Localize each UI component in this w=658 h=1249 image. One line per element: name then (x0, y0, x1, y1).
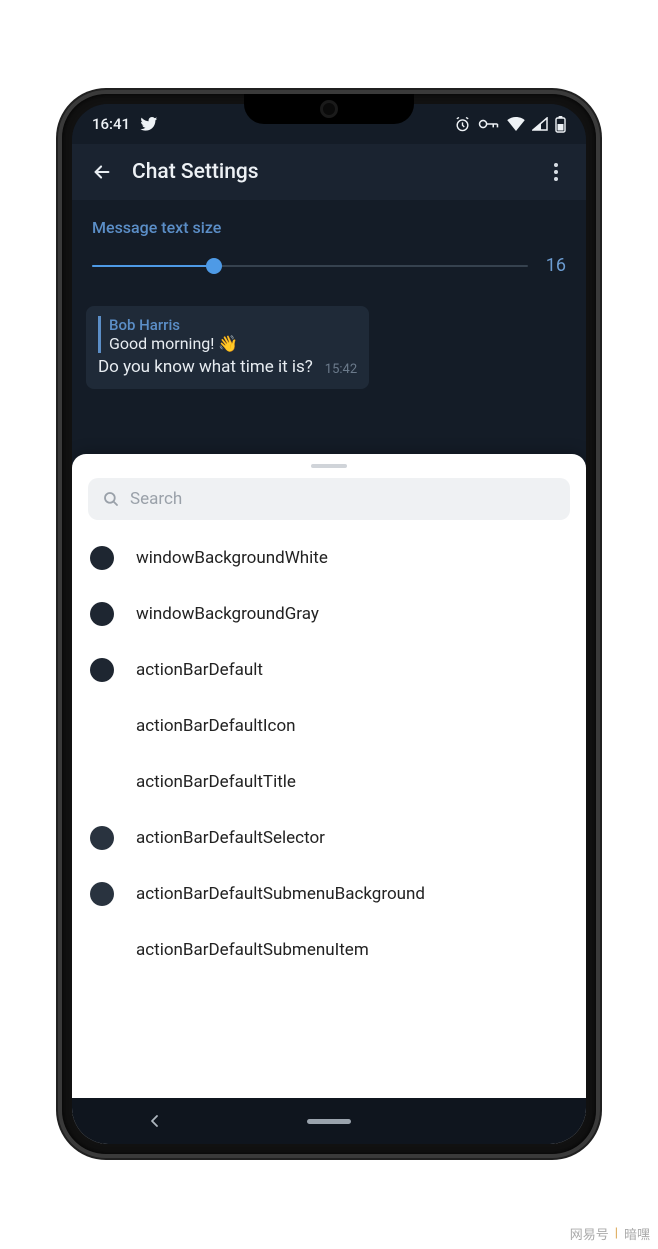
theme-item[interactable]: actionBarDefaultTitle (72, 754, 586, 810)
color-swatch (90, 826, 114, 850)
theme-item-label: actionBarDefaultSubmenuItem (136, 940, 369, 960)
vpn-icon (478, 117, 500, 131)
text-size-value: 16 (542, 255, 566, 276)
theme-item[interactable]: actionBarDefaultIcon (72, 698, 586, 754)
theme-editor-sheet: windowBackgroundWhite windowBackgroundGra… (72, 454, 586, 1144)
theme-item[interactable]: actionBarDefaultSelector (72, 810, 586, 866)
reply-sender: Bob Harris (109, 316, 357, 334)
theme-item[interactable]: windowBackgroundWhite (72, 530, 586, 586)
theme-item-label: actionBarDefaultIcon (136, 716, 296, 736)
text-size-slider[interactable] (92, 265, 528, 267)
theme-item[interactable]: actionBarDefaultSubmenuItem (72, 922, 586, 978)
theme-item-label: actionBarDefaultSelector (136, 828, 325, 848)
reply-text: Good morning! 👋 (109, 334, 357, 353)
theme-item-label: actionBarDefaultTitle (136, 772, 296, 792)
android-nav-bar (72, 1098, 586, 1144)
color-swatch (90, 770, 114, 794)
color-swatch (90, 602, 114, 626)
message-time: 15:42 (325, 362, 357, 377)
search-input[interactable] (130, 489, 556, 509)
twitter-icon (140, 115, 158, 133)
sheet-grabber[interactable] (311, 464, 347, 468)
watermark-name: 暗嘿 (624, 1224, 650, 1243)
theme-item-label: windowBackgroundWhite (136, 548, 328, 568)
battery-icon (555, 116, 566, 133)
message-text: Do you know what time it is? (98, 357, 313, 377)
color-swatch (90, 938, 114, 962)
watermark: 网易号 | 暗嘿 (570, 1224, 650, 1243)
theme-item[interactable]: actionBarDefault (72, 642, 586, 698)
app-header: Chat Settings (72, 144, 586, 200)
theme-list: windowBackgroundWhite windowBackgroundGra… (72, 526, 586, 1098)
message-bubble: Bob Harris Good morning! 👋 Do you know w… (86, 306, 369, 389)
color-swatch (90, 658, 114, 682)
back-button[interactable] (82, 152, 122, 192)
alarm-icon (454, 116, 471, 133)
text-size-section: Message text size 16 (72, 200, 586, 294)
nav-back-button[interactable] (142, 1114, 168, 1128)
search-icon (102, 490, 120, 508)
text-size-label: Message text size (92, 218, 566, 237)
theme-item-label: actionBarDefault (136, 660, 263, 680)
theme-item-label: windowBackgroundGray (136, 604, 319, 624)
search-box[interactable] (88, 478, 570, 520)
color-swatch (90, 714, 114, 738)
watermark-brand: 网易号 (570, 1224, 609, 1243)
wifi-icon (507, 117, 525, 131)
signal-icon (532, 117, 548, 131)
theme-item[interactable]: actionBarDefaultSubmenuBackground (72, 866, 586, 922)
theme-item[interactable]: windowBackgroundGray (72, 586, 586, 642)
color-swatch (90, 546, 114, 570)
page-title: Chat Settings (132, 160, 259, 184)
theme-item-label: actionBarDefaultSubmenuBackground (136, 884, 425, 904)
nav-home-pill[interactable] (307, 1119, 351, 1124)
status-time: 16:41 (92, 115, 130, 133)
phone-notch (244, 94, 414, 124)
overflow-menu-button[interactable] (536, 152, 576, 192)
chat-preview: Bob Harris Good morning! 👋 Do you know w… (72, 294, 586, 389)
color-swatch (90, 882, 114, 906)
